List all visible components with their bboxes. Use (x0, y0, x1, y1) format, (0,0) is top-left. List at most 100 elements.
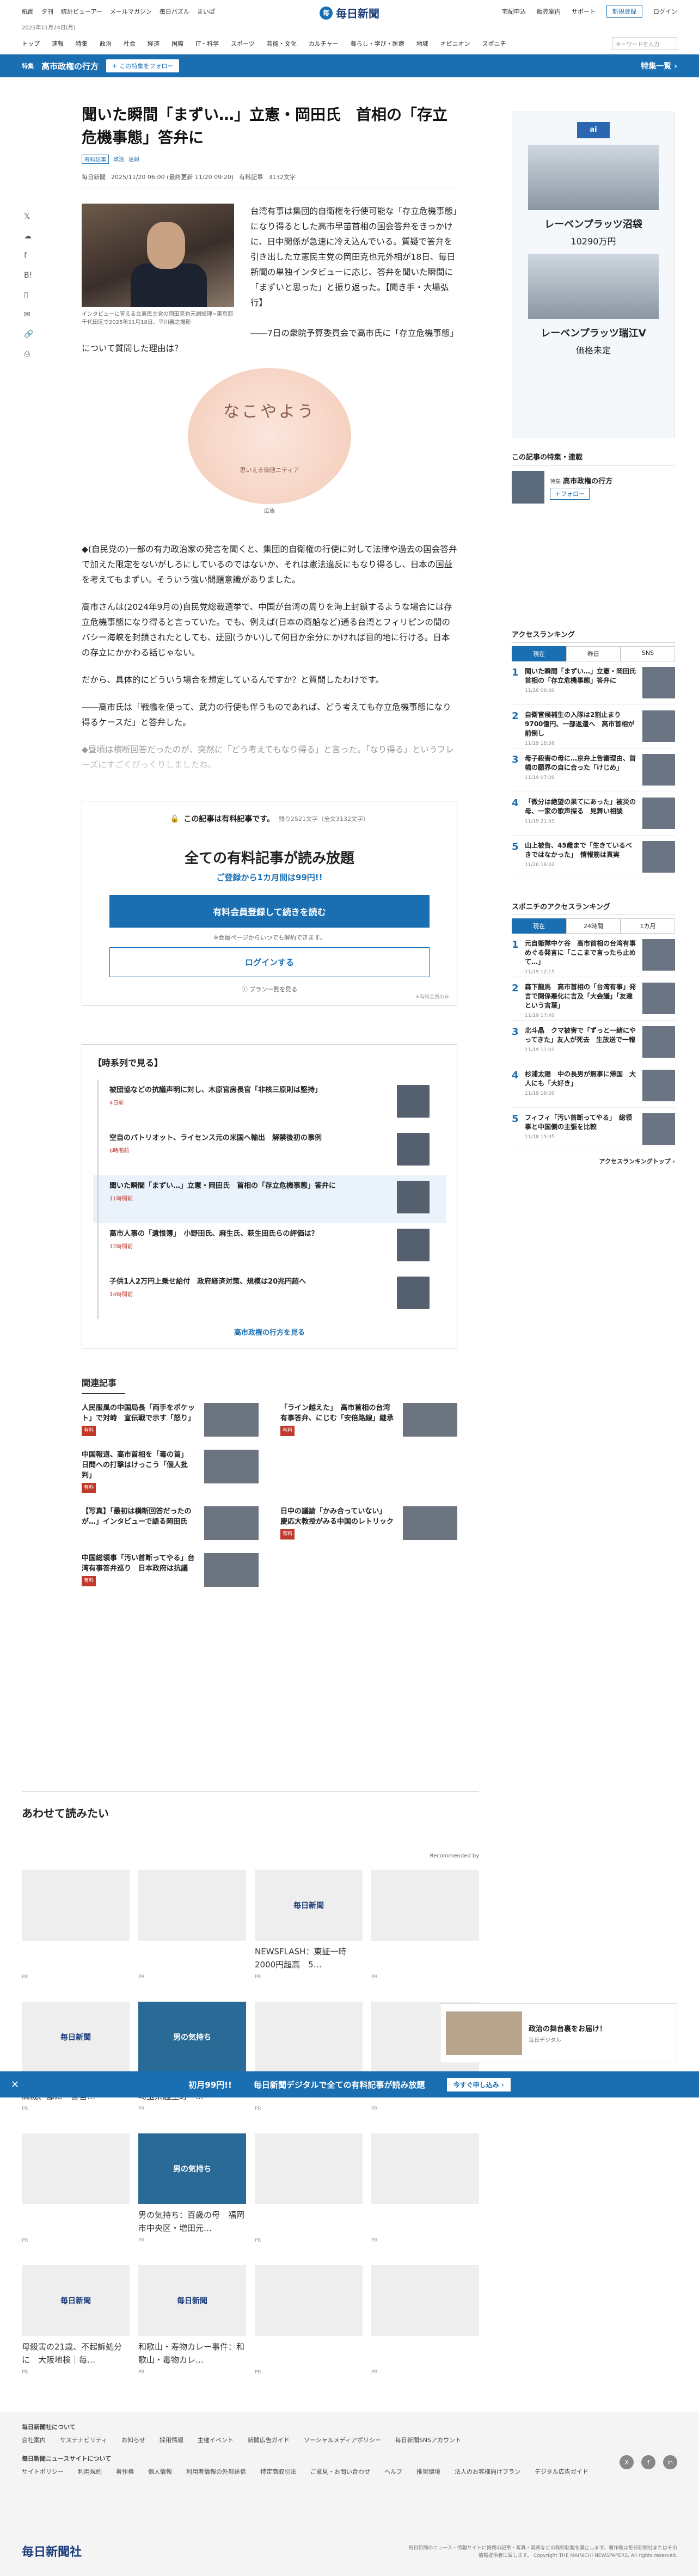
footer-link[interactable]: デジタル広告ガイド (535, 2467, 588, 2476)
recommended-card[interactable]: PR (371, 2265, 479, 2375)
related-item[interactable]: 「ライン越えた」 高市首相の台湾有事答弁、にじむ「安倍路線」継承 有料 (280, 1403, 457, 1437)
ranking-tab[interactable]: 昨日 (566, 646, 621, 661)
footer-link[interactable]: 著作権 (116, 2467, 134, 2476)
nav-item[interactable]: オピニオン (440, 39, 470, 48)
footer-logo[interactable]: 毎日新聞社 (22, 2542, 82, 2560)
ranking-item[interactable]: 4 杉浦太陽 中の長男が無事に帰国 大人にも「大好き」 11/19 18:00 (512, 1064, 675, 1108)
footer-link[interactable]: お知らせ (121, 2436, 145, 2444)
nav-item[interactable]: 国際 (171, 39, 183, 48)
ranking2-tab[interactable]: 24時間 (566, 918, 621, 934)
related-item[interactable]: 人民服風の中国局長「両手をポケット」で対峙 宣伝戦で示す「怒り」 有料 (82, 1403, 259, 1437)
series-follow-button[interactable]: ＋フォロー (550, 487, 590, 500)
nav-item[interactable]: 速報 (52, 39, 64, 48)
topbar-link[interactable]: 夕刊 (41, 7, 53, 16)
ranking-more-link[interactable]: アクセスランキングトップ › (512, 1157, 675, 1166)
login-link[interactable]: ログイン (653, 7, 677, 16)
feature-follow-button[interactable]: ＋ この特集をフォロー (106, 59, 179, 72)
series-title[interactable]: 高市政権の行方 (563, 477, 612, 486)
topbar-right-link[interactable]: 宅配申込 (502, 7, 526, 16)
recommended-card[interactable]: 毎日新聞 NEWSFLASH：東証一時2000円超高 5… PR (255, 1870, 363, 1980)
related-item[interactable]: 中国報道、高市首相を「毒の首」 日問への打撃はけっこう「個人批判」 有料 (82, 1450, 259, 1493)
footer-link[interactable]: ご意見・お問い合わせ (310, 2467, 370, 2476)
footer-link[interactable]: 主催イベント (198, 2436, 234, 2444)
ranking-item[interactable]: 5 フィフィ「汚い首断ってやる」 総領事と中国側の主張を比較 11/18 15:35 (512, 1108, 675, 1151)
footer-link[interactable]: 推奨環境 (416, 2467, 440, 2476)
footer-link[interactable]: ヘルプ (384, 2467, 402, 2476)
recommended-card[interactable]: 男の気持ち 男の気持ち：百歳の母 福岡市中央区・増田元… PR (138, 2133, 246, 2243)
banner-subscribe-button[interactable]: 今すぐ申し込み › (446, 2077, 511, 2092)
ranking2-tab[interactable]: 現在 (512, 918, 566, 934)
nav-item[interactable]: IT・科学 (195, 39, 219, 48)
x-icon[interactable]: X (620, 2455, 634, 2469)
site-logo[interactable]: 毎毎日新聞 (320, 5, 379, 21)
recommended-card[interactable]: PR (371, 2133, 479, 2243)
ranking-tab[interactable]: 現在 (512, 646, 566, 661)
footer-link[interactable]: 会社案内 (22, 2436, 46, 2444)
recommended-card[interactable]: PR (255, 2265, 363, 2375)
topbar-link[interactable]: まいぱ (197, 7, 215, 16)
ranking-item[interactable]: 1 聞いた瞬間「まずい…」立憲・岡田氏 首相の「存立危機事態」答弁に 11/20 0… (512, 661, 675, 705)
timeline-item[interactable]: 子供1人2万円上乗せ給付 政府経済対策、規模は20兆円超へ 14時間前 (93, 1271, 446, 1319)
timeline-item[interactable]: 高市人事の「遺恨簿」 小野田氏、麻生氏、萩生田氏らの評価は？ 12時間前 (93, 1223, 446, 1271)
recommended-card[interactable]: 毎日新聞 和歌山・寿物カレー事件：和歌山・毒物カレ… PR (138, 2265, 246, 2375)
recommended-card[interactable]: PR (371, 1870, 479, 1980)
footer-link[interactable]: 特定商取引法 (260, 2467, 296, 2476)
hatena-share-icon[interactable]: B! (24, 271, 33, 280)
timeline-item-current[interactable]: 聞いた瞬間「まずい…」立憲・岡田氏 首相の「存立危機事態」答弁に 11時間前 (93, 1175, 446, 1223)
feature-title[interactable]: 高市政権の行方 (41, 60, 99, 72)
topbar-link[interactable]: 紙面 (22, 7, 34, 16)
recommended-card[interactable]: PR (22, 2133, 130, 2243)
footer-link[interactable]: サステナビリティ (60, 2436, 107, 2444)
bluesky-share-icon[interactable]: ☁ (24, 232, 33, 241)
facebook-share-icon[interactable]: f (24, 252, 33, 260)
timeline-item[interactable]: 空自のパトリオット、ライセンス元の米国へ輸出 解禁後初の事例 6時間前 (93, 1127, 446, 1175)
x-share-icon[interactable]: 𝕏 (24, 212, 33, 221)
topbar-link[interactable]: メールマガジン (110, 7, 152, 16)
register-button[interactable]: 新規登録 (606, 5, 642, 18)
print-icon[interactable]: ⎙ (24, 349, 33, 358)
category-tag[interactable]: 速報 (128, 155, 139, 164)
timeline-more-link[interactable]: 高市政権の行方を見る (93, 1327, 446, 1337)
nav-item[interactable]: 社会 (124, 39, 136, 48)
ranking-item[interactable]: 3 北斗晶 クマ被害で「ずっと一緒にやってきた」友人が死去 生放送で一報 11/19… (512, 1021, 675, 1064)
footer-link[interactable]: サイトポリシー (22, 2467, 64, 2476)
feature-list-link[interactable]: 特集一覧 › (641, 60, 677, 71)
facebook-icon[interactable]: f (641, 2455, 655, 2469)
recommended-card[interactable]: PR (22, 1870, 130, 1980)
nav-item[interactable]: トップ (22, 39, 40, 48)
linkedin-icon[interactable]: in (663, 2455, 677, 2469)
footer-link[interactable]: 利用規約 (78, 2467, 102, 2476)
bookmark-icon[interactable]: ▯ (24, 291, 33, 299)
topbar-right-link[interactable]: サポート (572, 7, 596, 16)
article-photo[interactable]: インタビューに答える立憲民主党の岡田克也元副総理=東京都千代田区で2025年11… (82, 204, 234, 327)
nav-item[interactable]: スポーツ (231, 39, 255, 48)
footer-link[interactable]: 毎日新聞SNSアカウント (395, 2436, 461, 2444)
footer-link[interactable]: 個人情報 (148, 2467, 172, 2476)
timeline-item[interactable]: 被団協などの抗議声明に対し、木原官房長官「非核三原則は堅持」 4日前 (93, 1080, 446, 1127)
related-item[interactable]: 【写真】「最初は横断回答だったのが…」インタビューで語る岡田氏 (82, 1506, 259, 1540)
ranking-item[interactable]: 4 「微分は絶望の果てにあった」被災の母、一家の歌声探る 見舞い相談 11/19 2… (512, 792, 675, 836)
topbar-link[interactable]: 統計ビューアー (61, 7, 102, 16)
nav-item[interactable]: 地域 (416, 39, 428, 48)
footer-link[interactable]: 利用者情報の外部送信 (186, 2467, 246, 2476)
plan-list-link[interactable]: ⓘ プラン一覧を見る (104, 985, 435, 993)
ranking-item[interactable]: 2 森下龍馬 高市首相の「台湾有事」発言で関係悪化に言及「大会議」「友達という言葉… (512, 977, 675, 1021)
sidebar-ad[interactable]: ai レーベンプラッツ沼袋 10290万円 レーベンプラッツ瑞江V 価格未定 (512, 112, 675, 438)
paywall-login-button[interactable]: ログインする (109, 947, 430, 977)
footer-link[interactable]: 法人のお客様向けプラン (455, 2467, 520, 2476)
ranking-item[interactable]: 5 山上被告、45歳まで「生きているべきではなかった」 情報筋は真実 11/20 1… (512, 836, 675, 879)
nav-item[interactable]: スポニチ (482, 39, 506, 48)
topbar-link[interactable]: 毎日パズル (160, 7, 189, 16)
search-input[interactable]: キーワードを入力 (612, 36, 677, 50)
link-copy-icon[interactable]: 🔗 (24, 330, 33, 339)
subscribe-button[interactable]: 有料会員登録して続きを読む (109, 895, 430, 928)
nav-item[interactable]: 経済 (148, 39, 160, 48)
category-tag[interactable]: 政治 (113, 155, 124, 164)
recommended-card[interactable]: PR (255, 2133, 363, 2243)
topbar-right-link[interactable]: 販売案内 (537, 7, 561, 16)
ranking-item[interactable]: 3 母子殺害の母に…京弁上告審理由、首幅の願界の自に合った「けじめ」 11/19 0… (512, 749, 675, 792)
nav-item[interactable]: 政治 (100, 39, 112, 48)
ranking-item[interactable]: 2 自衛官候補生の入隊は2割止まり 9700億円、一部返還へ 高市首相が前倒し 11… (512, 705, 675, 749)
footer-link[interactable]: 新聞広告ガイド (248, 2436, 290, 2444)
mail-icon[interactable]: ✉ (24, 310, 33, 319)
